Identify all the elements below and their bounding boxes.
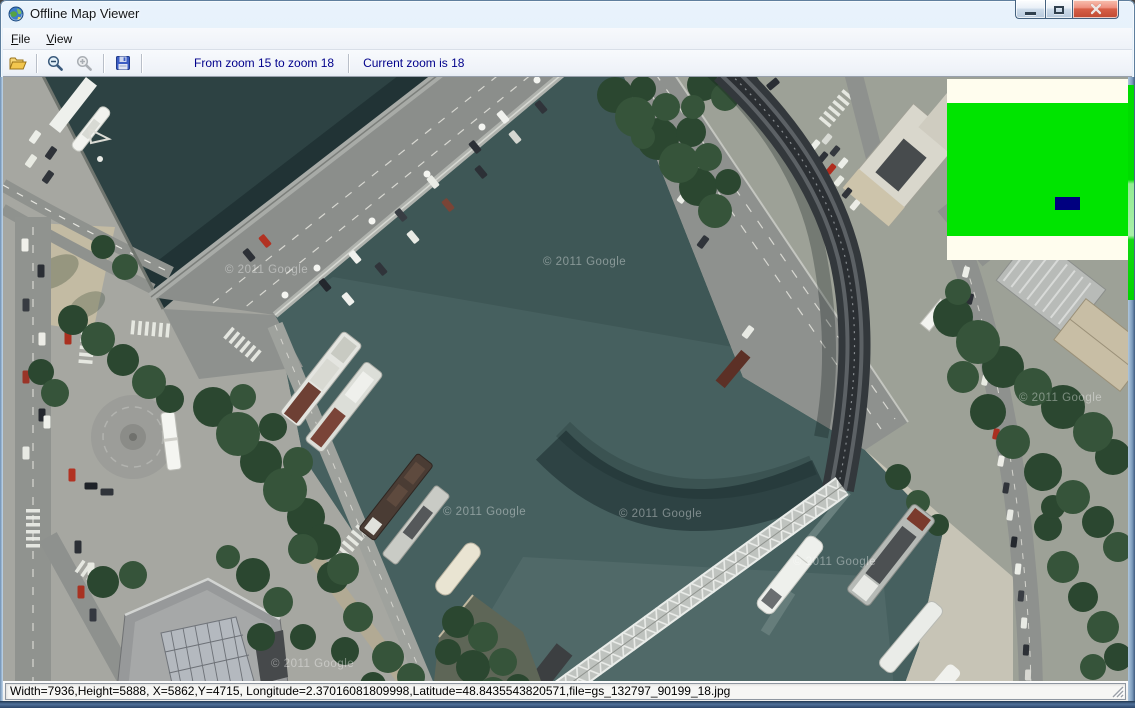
app-window: Offline Map Viewer File View bbox=[0, 0, 1135, 708]
maximize-button[interactable] bbox=[1045, 0, 1073, 19]
window-border-left bbox=[0, 77, 3, 701]
toolbar-separator bbox=[141, 54, 142, 73]
map-viewport[interactable]: © 2011 Google © 2011 Google © 2011 Googl… bbox=[3, 77, 1128, 682]
menu-file[interactable]: File bbox=[3, 29, 38, 49]
window-controls bbox=[1015, 0, 1119, 19]
close-icon bbox=[1090, 3, 1102, 15]
svg-text:© 2011 Google: © 2011 Google bbox=[225, 264, 308, 276]
minimize-icon bbox=[1025, 12, 1036, 15]
toolbar-separator bbox=[103, 54, 104, 73]
current-zoom-label: Current zoom is 18 bbox=[353, 56, 474, 70]
toolbar: From zoom 15 to zoom 18 Current zoom is … bbox=[3, 50, 1132, 77]
minimap-panel[interactable] bbox=[947, 79, 1128, 260]
svg-text:© 2011 Google: © 2011 Google bbox=[793, 556, 876, 568]
menu-view[interactable]: View bbox=[38, 29, 80, 49]
minimap-coverage-area bbox=[947, 103, 1128, 236]
zoom-in-icon bbox=[76, 55, 93, 72]
svg-text:© 2011 Google: © 2011 Google bbox=[443, 506, 526, 518]
save-button[interactable] bbox=[109, 52, 136, 75]
close-button[interactable] bbox=[1073, 0, 1119, 19]
menu-bar: File View bbox=[3, 28, 1132, 50]
svg-text:© 2011 Google: © 2011 Google bbox=[271, 658, 354, 670]
status-text: Width=7936,Height=5888, X=5862,Y=4715, L… bbox=[10, 684, 730, 698]
title-bar[interactable]: Offline Map Viewer bbox=[0, 0, 1135, 28]
app-globe-icon bbox=[8, 6, 24, 22]
zoom-out-icon bbox=[47, 55, 64, 72]
svg-text:© 2011 Google: © 2011 Google bbox=[543, 256, 626, 268]
zoom-range-label: From zoom 15 to zoom 18 bbox=[184, 56, 344, 70]
zoom-out-button[interactable] bbox=[42, 52, 69, 75]
maximize-icon bbox=[1054, 6, 1064, 14]
svg-text:© 2011 Google: © 2011 Google bbox=[1019, 392, 1102, 404]
window-border-green-reflection bbox=[1128, 85, 1134, 300]
window-title: Offline Map Viewer bbox=[30, 6, 139, 21]
open-folder-icon bbox=[9, 56, 27, 71]
zoom-in-button[interactable] bbox=[71, 52, 98, 75]
status-field: Width=7936,Height=5888, X=5862,Y=4715, L… bbox=[5, 683, 1126, 700]
svg-text:© 2011 Google: © 2011 Google bbox=[619, 508, 702, 520]
save-floppy-icon bbox=[115, 55, 131, 71]
minimap-viewport-rect[interactable] bbox=[1055, 197, 1080, 210]
resize-grip[interactable] bbox=[1111, 685, 1124, 698]
minimize-button[interactable] bbox=[1015, 0, 1045, 19]
status-bar: Width=7936,Height=5888, X=5862,Y=4715, L… bbox=[3, 681, 1128, 701]
toolbar-separator bbox=[36, 54, 37, 73]
open-file-button[interactable] bbox=[4, 52, 31, 75]
window-border-bottom bbox=[0, 701, 1135, 708]
toolbar-separator bbox=[348, 54, 349, 73]
